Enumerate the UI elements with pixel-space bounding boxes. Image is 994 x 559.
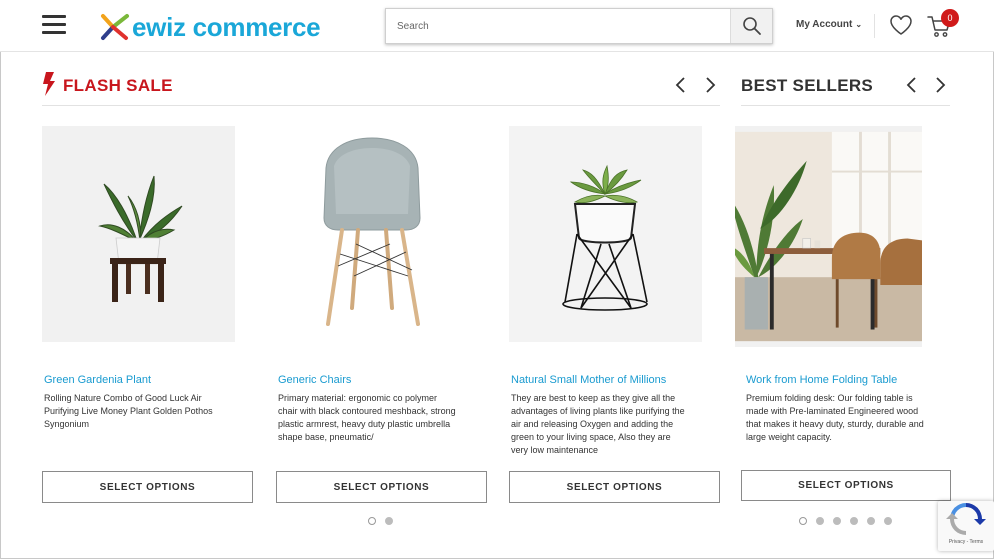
wishlist-heart-icon[interactable] (889, 14, 913, 36)
select-options-button[interactable]: SELECT OPTIONS (741, 470, 951, 501)
best-seller-card: Work from Home Folding Table Premium fol… (731, 126, 952, 501)
recaptcha-badge[interactable]: Privacy - Terms (938, 501, 994, 551)
lightning-icon (43, 72, 55, 96)
search-button[interactable] (730, 9, 772, 43)
product-name[interactable]: Work from Home Folding Table (746, 374, 897, 386)
search-input[interactable] (386, 9, 730, 43)
best-sellers-title: BEST SELLERS (741, 76, 874, 95)
product-image-folding-table[interactable] (731, 126, 922, 347)
product-card: Natural Small Mother of Millions They ar… (509, 126, 720, 503)
product-card: Green Gardenia Plant Rolling Nature Comb… (42, 126, 253, 503)
cart-count-badge: 0 (941, 9, 959, 27)
my-account-menu[interactable]: My Account ⌄ (796, 19, 862, 30)
pagination-dot[interactable] (799, 517, 807, 525)
flash-sale-prev-arrow-icon[interactable] (674, 76, 688, 94)
best-sellers-header: BEST SELLERS (741, 68, 950, 106)
search-icon (742, 17, 761, 35)
product-image-succulent[interactable] (509, 126, 702, 342)
brand-logo[interactable]: ewiz commerce (100, 10, 321, 44)
product-description: Premium folding desk: Our folding table … (746, 393, 924, 442)
recaptcha-footer[interactable]: Privacy - Terms (938, 539, 994, 545)
pagination-dot[interactable] (884, 517, 892, 525)
logo-x-icon (101, 14, 129, 40)
select-options-button[interactable]: SELECT OPTIONS (509, 471, 720, 503)
best-sellers-next-arrow-icon[interactable] (933, 76, 947, 94)
flash-sale-pagination (368, 517, 393, 527)
pagination-dot[interactable] (850, 517, 858, 525)
menu-icon[interactable] (42, 15, 66, 35)
my-account-label: My Account (796, 19, 853, 30)
pagination-dot[interactable] (816, 517, 824, 525)
select-options-button[interactable]: SELECT OPTIONS (276, 471, 487, 503)
product-name[interactable]: Natural Small Mother of Millions (511, 374, 666, 386)
pagination-dot[interactable] (833, 517, 841, 525)
product-description: They are best to keep as they give all t… (511, 393, 685, 455)
flash-sale-header: FLASH SALE (42, 68, 720, 106)
select-options-button[interactable]: SELECT OPTIONS (42, 471, 253, 503)
product-name[interactable]: Generic Chairs (278, 374, 351, 386)
header-divider (874, 14, 875, 38)
product-card: Generic Chairs Primary material: ergonom… (276, 126, 487, 503)
best-sellers-prev-arrow-icon[interactable] (905, 76, 919, 94)
search-bar (385, 8, 773, 44)
site-header: ewiz commerce My Account⌄ 0 (0, 0, 994, 52)
product-image-plant[interactable] (42, 126, 235, 342)
best-sellers-pagination (799, 517, 892, 527)
pagination-dot[interactable] (368, 517, 376, 525)
recaptcha-icon (946, 503, 986, 535)
pagination-dot[interactable] (867, 517, 875, 525)
chevron-down-icon: ⌄ (855, 20, 863, 29)
product-name[interactable]: Green Gardenia Plant (44, 374, 151, 386)
product-description: Rolling Nature Combo of Good Luck Air Pu… (44, 393, 213, 429)
brand-name: ewiz commerce (132, 12, 321, 42)
flash-sale-title: FLASH SALE (63, 76, 173, 95)
product-description: Primary material: ergonomic co polymer c… (278, 393, 456, 442)
flash-sale-next-arrow-icon[interactable] (703, 76, 717, 94)
pagination-dot[interactable] (385, 517, 393, 525)
product-image-chair[interactable] (276, 126, 469, 342)
